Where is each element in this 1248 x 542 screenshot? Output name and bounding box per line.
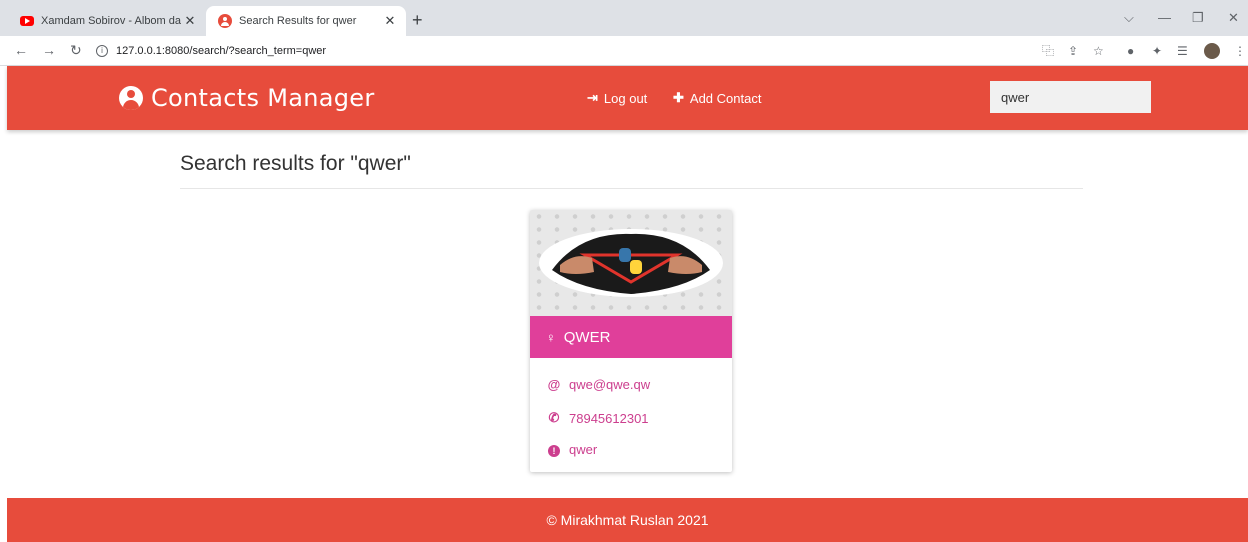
puzzle-icon[interactable]: ✦	[1152, 44, 1162, 58]
info-circle-icon: !	[548, 445, 560, 457]
tab-title: Search Results for qwer	[239, 15, 357, 27]
reload-icon[interactable]: ↻	[70, 42, 82, 58]
divider	[180, 188, 1083, 189]
search-input[interactable]	[990, 81, 1151, 113]
contact-card[interactable]: ♀ QWER @ qwe@qwe.qw ✆ 78945612301 ! qwer	[530, 210, 732, 472]
contact-phone-row[interactable]: ✆ 78945612301	[546, 410, 649, 426]
close-icon[interactable]: ✕	[382, 13, 398, 29]
tab-title: Xamdam Sobirov - Albom dastur	[41, 15, 181, 27]
contact-photo	[530, 210, 732, 316]
avatar[interactable]	[1204, 43, 1220, 59]
user-circle-icon	[119, 86, 143, 110]
back-arrow-icon[interactable]: ←	[14, 42, 28, 58]
contact-name: QWER	[563, 328, 611, 346]
minimize-icon[interactable]: —	[1158, 10, 1171, 25]
youtube-icon	[20, 16, 34, 26]
tab-youtube[interactable]: Xamdam Sobirov - Albom dastur ✕	[8, 6, 206, 36]
tab-search-results[interactable]: Search Results for qwer ✕	[206, 6, 406, 36]
phone-icon: ✆	[548, 410, 560, 425]
url-text: 127.0.0.1:8080/search/?search_term=qwer	[116, 45, 327, 57]
contact-info-row: ! qwer	[546, 442, 597, 457]
contact-email-row[interactable]: @ qwe@qwe.qw	[546, 377, 650, 392]
contact-info: qwer	[569, 442, 598, 457]
contact-phone: 78945612301	[569, 410, 649, 426]
at-icon: @	[547, 377, 561, 392]
browser-window: Xamdam Sobirov - Albom dastur ✕ Search R…	[0, 0, 1248, 542]
page-title: Search results for "qwer"	[180, 152, 411, 175]
address-bar[interactable]: i 127.0.0.1:8080/search/?search_term=qwe…	[96, 40, 1036, 62]
python-superhero-image	[539, 229, 723, 297]
logout-link[interactable]: ⇥ Log out	[587, 90, 647, 106]
user-icon	[218, 14, 232, 28]
info-icon[interactable]: i	[96, 45, 108, 57]
footer: © Mirakhmat Ruslan 2021	[7, 498, 1248, 542]
tab-strip: Xamdam Sobirov - Albom dastur ✕ Search R…	[0, 0, 1248, 36]
brand-title: Contacts Manager	[151, 84, 375, 112]
plus-icon[interactable]: +	[412, 11, 423, 29]
translate-icon[interactable]: ⿻	[1042, 44, 1054, 58]
add-contact-link[interactable]: ✚ Add Contact	[673, 90, 761, 106]
extension-icon[interactable]: ●	[1127, 44, 1134, 58]
browser-toolbar: ← → ↻ i 127.0.0.1:8080/search/?search_te…	[0, 36, 1248, 66]
contact-email: qwe@qwe.qw	[569, 377, 651, 392]
copyright-text: © Mirakhmat Ruslan 2021	[546, 512, 709, 528]
chevron-down-icon[interactable]: ⌵	[1124, 10, 1134, 26]
logout-label: Log out	[603, 90, 648, 106]
add-contact-label: Add Contact	[689, 90, 762, 106]
restore-icon[interactable]: ❐	[1192, 10, 1204, 26]
contact-name-header: ♀ QWER	[530, 316, 732, 358]
app-navbar: Contacts Manager ⇥ Log out ✚ Add Contact	[7, 66, 1248, 130]
plus-icon: ✚	[673, 90, 684, 105]
close-icon[interactable]: ✕	[182, 13, 198, 29]
female-icon: ♀	[546, 329, 556, 345]
star-icon[interactable]: ☆	[1093, 44, 1104, 58]
forward-arrow-icon[interactable]: →	[42, 42, 56, 58]
share-icon[interactable]: ⇪	[1068, 44, 1078, 58]
close-window-icon[interactable]: ✕	[1228, 10, 1239, 26]
more-icon[interactable]: ⋮	[1234, 44, 1246, 58]
reading-list-icon[interactable]: ☰	[1177, 44, 1188, 58]
brand-link[interactable]: Contacts Manager	[119, 84, 375, 112]
sign-out-icon: ⇥	[587, 90, 598, 105]
